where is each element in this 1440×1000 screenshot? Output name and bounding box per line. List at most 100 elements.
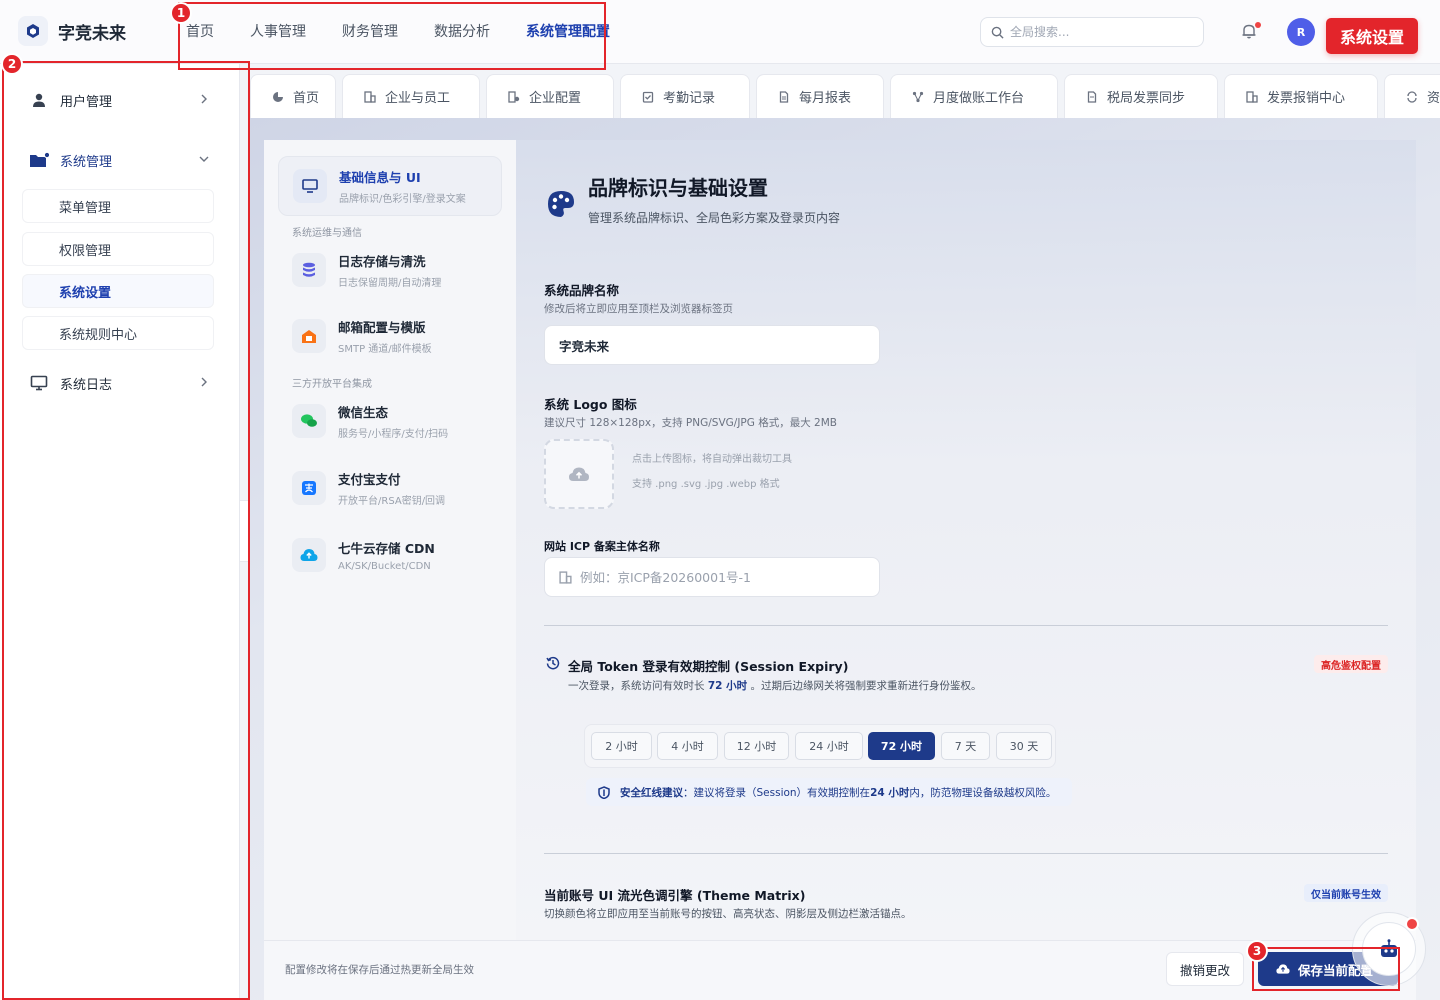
tab-label: 每月报表	[799, 91, 852, 106]
document-icon	[1085, 90, 1099, 104]
security-advice: 安全红线建议 ：建议将登录（Session）有效期控制在 24 小时 内，防范物理…	[586, 778, 1072, 806]
user-avatar[interactable]: R	[1287, 18, 1315, 46]
database-icon	[292, 253, 326, 287]
duration-72h[interactable]: 72 小时	[868, 732, 935, 760]
robot-icon	[1381, 939, 1397, 957]
nav-card-title: 七牛云存储 CDN	[338, 541, 435, 556]
advice-text: ：建议将登录（Session）有效期控制在	[683, 786, 871, 799]
nav-card-title: 邮箱配置与模版	[338, 320, 426, 335]
brand-name: 字竞未来	[58, 24, 126, 44]
global-search[interactable]	[980, 17, 1204, 47]
duration-30d[interactable]: 30 天	[996, 732, 1052, 760]
building-icon	[363, 90, 377, 104]
building-gear-icon	[507, 90, 521, 104]
nav-card-subtitle: 服务号/小程序/支付/扫码	[338, 429, 449, 440]
hexagon-logo-icon	[27, 24, 39, 38]
section-divider	[544, 853, 1388, 854]
topnav-system-config[interactable]: 系统管理配置	[508, 0, 628, 64]
brand-name-input[interactable]	[559, 337, 859, 353]
tab-label: 税局发票同步	[1107, 91, 1186, 106]
sidebar-sub-permission[interactable]: 权限管理	[22, 232, 214, 266]
duration-7d[interactable]: 7 天	[941, 732, 990, 760]
topnav-hr[interactable]: 人事管理	[232, 0, 324, 64]
duration-2h[interactable]: 2 小时	[591, 732, 652, 760]
token-sub-text: 。过期后边缘网关将强制要求重新进行身份鉴权。	[747, 680, 982, 692]
duration-4h[interactable]: 4 小时	[657, 732, 718, 760]
sidebar-item-logs[interactable]: 系统日志	[22, 363, 218, 403]
search-input[interactable]	[1010, 25, 1190, 39]
logo-hint: 建议尺寸 128×128px，支持 PNG/SVG/JPG 格式，最大 2MB	[544, 417, 837, 429]
brand-name-field[interactable]	[544, 325, 880, 365]
nav-group-label: 系统运维与通信	[292, 228, 362, 239]
top-nav: 首页 人事管理 财务管理 数据分析 系统管理配置	[186, 0, 628, 64]
settings-nav-mail[interactable]: 邮箱配置与模版 SMTP 通道/邮件模板	[278, 306, 502, 366]
tab-label: 首页	[293, 91, 320, 106]
nav-card-subtitle: 日志保留周期/自动清理	[338, 278, 442, 289]
topnav-finance[interactable]: 财务管理	[324, 0, 416, 64]
high-risk-badge: 高危鉴权配置	[1314, 655, 1388, 673]
tab-enterprise-staff[interactable]: 企业与员工	[342, 74, 480, 118]
user-icon	[28, 91, 50, 109]
topnav-home[interactable]: 首页	[186, 0, 232, 64]
annotation-marker-2: 2	[1, 53, 23, 75]
notification-dot	[1255, 22, 1261, 28]
advice-highlight: 24 小时	[870, 786, 910, 799]
duration-12h[interactable]: 12 小时	[724, 732, 789, 760]
upload-format-hint: 支持 .png .svg .jpg .webp 格式	[632, 479, 780, 490]
sidebar-sub-menu[interactable]: 菜单管理	[22, 189, 214, 223]
tab-monthly-report[interactable]: 每月报表	[756, 74, 884, 118]
sidebar-item-users[interactable]: 用户管理	[22, 80, 218, 120]
tab-attendance[interactable]: 考勤记录	[620, 74, 750, 118]
nav-card-subtitle: 品牌标识/色彩引擎/登录文案	[339, 194, 466, 205]
tab-accounting-workbench[interactable]: 月度做账工作台	[890, 74, 1058, 118]
footer-hint: 配置修改将在保存后通过热更新全局生效	[285, 964, 474, 976]
theme-section-title: 当前账号 UI 流光色调引擎 (Theme Matrix)	[544, 888, 806, 903]
sidebar-sub-rules[interactable]: 系统规则中心	[22, 316, 214, 350]
clipboard-check-icon	[641, 90, 655, 104]
icp-input[interactable]	[579, 569, 879, 585]
nav-card-subtitle: AK/SK/Bucket/CDN	[338, 561, 431, 572]
nav-card-title: 支付宝支付	[338, 472, 401, 487]
chevron-right-icon	[201, 94, 207, 104]
tab-materials[interactable]: 资料	[1384, 74, 1440, 118]
tab-home[interactable]: 首页	[250, 74, 336, 118]
cancel-changes-button[interactable]: 撤销更改	[1166, 952, 1244, 986]
nodes-icon	[911, 90, 925, 104]
pie-icon	[271, 90, 285, 104]
brand-name-label: 系统品牌名称	[544, 283, 620, 298]
folder-icon	[28, 151, 50, 169]
nav-card-title: 微信生态	[338, 405, 389, 420]
icp-field[interactable]	[544, 557, 880, 597]
monitor-icon	[293, 169, 327, 203]
page-subtitle: 管理系统品牌标识、全局色彩方案及登录页内容	[588, 211, 841, 225]
cloud-upload-icon	[1276, 964, 1290, 974]
shield-icon	[598, 785, 610, 799]
tab-tax-invoice-sync[interactable]: 税局发票同步	[1064, 74, 1218, 118]
tab-enterprise-config[interactable]: 企业配置	[486, 74, 614, 118]
alipay-icon	[292, 471, 326, 505]
tab-label: 月度做账工作台	[933, 91, 1025, 106]
token-section-subtitle: 一次登录，系统访问有效时长 72 小时 。过期后边缘网关将强制要求重新进行身份鉴…	[568, 678, 981, 693]
sidebar-sub-settings[interactable]: 系统设置	[22, 274, 214, 308]
history-icon	[546, 656, 560, 674]
search-icon	[991, 26, 1004, 39]
nav-card-subtitle: 开放平台/RSA密钥/回调	[338, 496, 446, 507]
tab-invoice-reimbursement[interactable]: 发票报销中心	[1224, 74, 1378, 118]
sidebar-item-system[interactable]: 系统管理	[22, 140, 218, 180]
cloud-upload-icon	[292, 538, 326, 572]
settings-nav-qiniu[interactable]: 七牛云存储 CDN AK/SK/Bucket/CDN	[278, 525, 502, 585]
app-logo[interactable]	[18, 16, 48, 46]
monitor-icon	[28, 374, 50, 392]
refresh-icon	[1405, 90, 1419, 104]
settings-nav-alipay[interactable]: 支付宝支付 开放平台/RSA密钥/回调	[278, 458, 502, 518]
topnav-analytics[interactable]: 数据分析	[416, 0, 508, 64]
settings-nav-logs[interactable]: 日志存储与清洗 日志保留周期/自动清理	[278, 240, 502, 300]
chevron-right-icon	[201, 377, 207, 387]
logo-upload-area[interactable]	[544, 439, 614, 509]
duration-24h[interactable]: 24 小时	[795, 732, 863, 760]
annotation-marker-3: 3	[1246, 940, 1268, 962]
settings-nav-wechat[interactable]: 微信生态 服务号/小程序/支付/扫码	[278, 391, 502, 451]
settings-nav-basic-ui[interactable]: 基础信息与 UI 品牌标识/色彩引擎/登录文案	[278, 156, 502, 216]
page-tabs: 首页 企业与员工 企业配置 考勤记录 每月报表 月度做账工作台 税局发票同步 发…	[250, 74, 1440, 118]
system-settings-tag: 系统设置	[1326, 18, 1418, 54]
